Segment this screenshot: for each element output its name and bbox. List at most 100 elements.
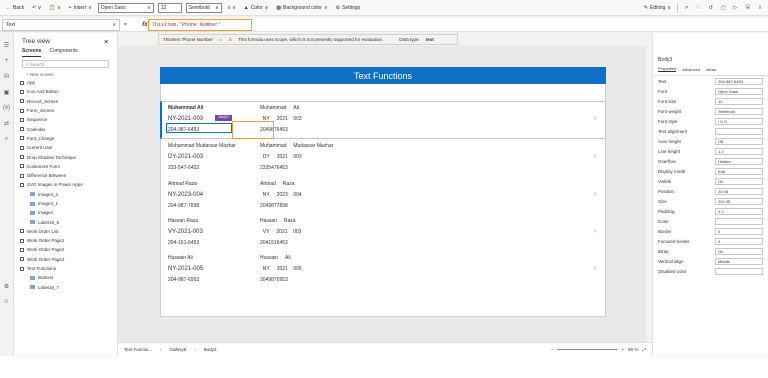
gallery-row[interactable]: Ahmad Raza NY-2023-004 204-987-7898 Ahmad R… xyxy=(166,179,596,217)
gallery-row[interactable]: Muhammad Ali NY-2021-003 204-987-6453 Muham… xyxy=(166,103,596,141)
property-value[interactable]: Semibold xyxy=(715,107,763,115)
tree-item[interactable]: Work Order Page3 xyxy=(14,255,117,264)
tab-ideas[interactable]: Ideas xyxy=(706,67,716,72)
variables-icon[interactable]: (x) xyxy=(0,105,13,111)
property-row: Font style / U S xyxy=(653,116,768,126)
editing-button[interactable]: ✎ Editing ∨ xyxy=(642,2,673,14)
zoom-out-icon[interactable]: − xyxy=(551,347,554,352)
tree-item[interactable]: Calendar xyxy=(14,124,117,133)
chevron-right-icon[interactable]: › xyxy=(594,228,596,235)
property-select[interactable]: Text ∨ xyxy=(2,18,120,31)
comment-icon[interactable]: ▢ xyxy=(719,2,728,14)
tree-item[interactable]: SVG Images in Power Apps xyxy=(14,180,117,189)
tree-item[interactable]: Label16_7 xyxy=(14,283,117,292)
property-value[interactable]: Hidden xyxy=(715,157,763,165)
tree-item[interactable]: Work Order Page1 xyxy=(14,236,117,245)
gallery-row[interactable]: Hassan Raza VY-2021-003 204-151-6453 Hassan… xyxy=(166,216,596,254)
tree-item[interactable]: Customize Form xyxy=(14,162,117,171)
chevron-right-icon[interactable]: › xyxy=(594,191,596,198)
tree-item[interactable]: Label16_6 xyxy=(14,217,117,226)
font-size-input[interactable]: 12 xyxy=(157,2,182,13)
property-value[interactable] xyxy=(715,127,763,135)
zoom-slider[interactable] xyxy=(557,349,618,350)
tree-search-input[interactable]: ⌕ Search xyxy=(22,60,109,68)
breadcrumb-control[interactable]: Body3 xyxy=(204,347,217,352)
close-icon[interactable]: ✕ xyxy=(104,38,109,46)
share-icon[interactable]: ↗ xyxy=(682,2,690,14)
tree-item[interactable]: Image4_1 xyxy=(14,199,117,208)
zoom-in-icon[interactable]: + xyxy=(621,347,624,352)
undo-icon[interactable]: ↶ ∨ xyxy=(30,2,43,14)
formula-input[interactable]: ThisItem.'Phone Number' xyxy=(148,19,252,31)
property-value[interactable]: Middle xyxy=(715,257,763,265)
property-value[interactable]: 20 48 xyxy=(715,187,763,195)
property-value[interactable]: 204-987-6453 xyxy=(715,77,763,85)
tab-advanced[interactable]: Advanced xyxy=(682,67,700,72)
tree-item[interactable]: Image4_2 xyxy=(14,190,117,199)
property-value[interactable]: 0 xyxy=(715,237,763,245)
property-value[interactable]: Open Sans xyxy=(715,87,763,95)
account-icon[interactable]: ☺ xyxy=(0,299,13,305)
tree-item[interactable]: Icon And Button xyxy=(14,87,117,96)
property-value[interactable] xyxy=(715,267,763,275)
app-checker-icon[interactable]: ♡ xyxy=(694,2,702,14)
gallery-row[interactable]: Hussain Ali NY-2021-005 204-987-6953 Hussai… xyxy=(166,253,596,291)
tree-item[interactable]: Current User xyxy=(14,143,117,152)
tree-item[interactable]: Difference Between xyxy=(14,171,117,180)
media-icon[interactable]: ▣ xyxy=(0,89,13,96)
tree-item[interactable]: Font_Change xyxy=(14,134,117,143)
chevron-right-icon[interactable]: › xyxy=(594,115,596,122)
data-icon[interactable]: ⛁ xyxy=(0,73,13,80)
tree-item[interactable]: Record_Screen xyxy=(14,97,117,106)
tree-item[interactable]: Text Functions xyxy=(14,264,117,273)
chevron-right-icon[interactable]: › xyxy=(594,153,596,160)
property-value[interactable]: Off xyxy=(715,137,763,145)
property-value[interactable]: / U S xyxy=(715,117,763,125)
breadcrumb-screen[interactable]: Text Functio... xyxy=(124,347,152,352)
property-value[interactable]: On xyxy=(715,247,763,255)
new-screen-button[interactable]: + New screen xyxy=(14,71,117,78)
back-button[interactable]: ← Back xyxy=(4,2,26,14)
tree-item[interactable]: Button4 xyxy=(14,273,117,282)
fit-screen-icon[interactable]: ⤢ xyxy=(642,347,646,352)
gallery-row[interactable]: Muhammad Mudassar Mazhar DY-2021-003 233-5… xyxy=(166,141,596,179)
breadcrumb-gallery[interactable]: Gallery6 xyxy=(170,347,187,352)
property-value[interactable]: Edit xyxy=(715,167,763,175)
property-value[interactable]: 1.2 xyxy=(715,147,763,155)
power-automate-icon[interactable]: ⇄ xyxy=(0,120,13,127)
tab-properties[interactable]: Properties xyxy=(658,66,677,72)
tree-item[interactable]: Work Order List xyxy=(14,227,117,236)
chevron-right-icon[interactable]: › xyxy=(594,265,596,272)
property-value[interactable]: 200 35 xyxy=(715,197,763,205)
tab-components[interactable]: Components xyxy=(49,48,77,57)
save-icon[interactable]: 🖫 xyxy=(744,2,752,14)
settings-button[interactable]: ⚙ Settings xyxy=(334,2,363,14)
insert-button[interactable]: + Insert ∨ xyxy=(67,2,94,14)
color-button[interactable]: ▲ Color ∨ xyxy=(242,2,271,14)
property-value[interactable]: On xyxy=(715,177,763,185)
tree-item[interactable]: Drop Shadow Technique xyxy=(14,152,117,161)
tree-item[interactable]: Image4 xyxy=(14,208,117,217)
publish-icon[interactable]: ⇧ xyxy=(756,2,764,14)
paste-icon[interactable]: 📋 ∨ xyxy=(47,2,62,14)
insert-icon[interactable]: + xyxy=(0,58,13,64)
property-value[interactable] xyxy=(715,217,763,225)
tab-screens[interactable]: Screens xyxy=(22,48,42,57)
settings-icon[interactable]: ⚙ xyxy=(0,283,13,290)
alignment-icon[interactable]: ≡ ∨ xyxy=(226,2,238,14)
tree-item[interactable]: Work Order Page2 xyxy=(14,245,117,254)
font-select[interactable]: Open Sans ∨ xyxy=(97,2,154,13)
background-color-button[interactable]: ▩ Background color ∨ xyxy=(274,2,329,14)
undo-history-icon[interactable]: ↺ xyxy=(707,2,715,14)
tree-item[interactable]: Form_Screen xyxy=(14,106,117,115)
tree-item[interactable]: Sequence xyxy=(14,115,117,124)
preview-icon[interactable]: ▷ xyxy=(732,2,740,14)
property-value[interactable]: 0 0 xyxy=(715,207,763,215)
tree-item[interactable]: App xyxy=(14,78,117,87)
property-value[interactable]: 0 xyxy=(715,227,763,235)
tree-view-icon[interactable]: ☰ xyxy=(0,42,13,49)
selection-box[interactable] xyxy=(166,123,232,133)
font-weight-select[interactable]: Semibold ∨ xyxy=(185,2,222,13)
property-value[interactable]: 12 xyxy=(715,97,763,105)
search-icon[interactable]: ⌕ xyxy=(0,136,13,143)
